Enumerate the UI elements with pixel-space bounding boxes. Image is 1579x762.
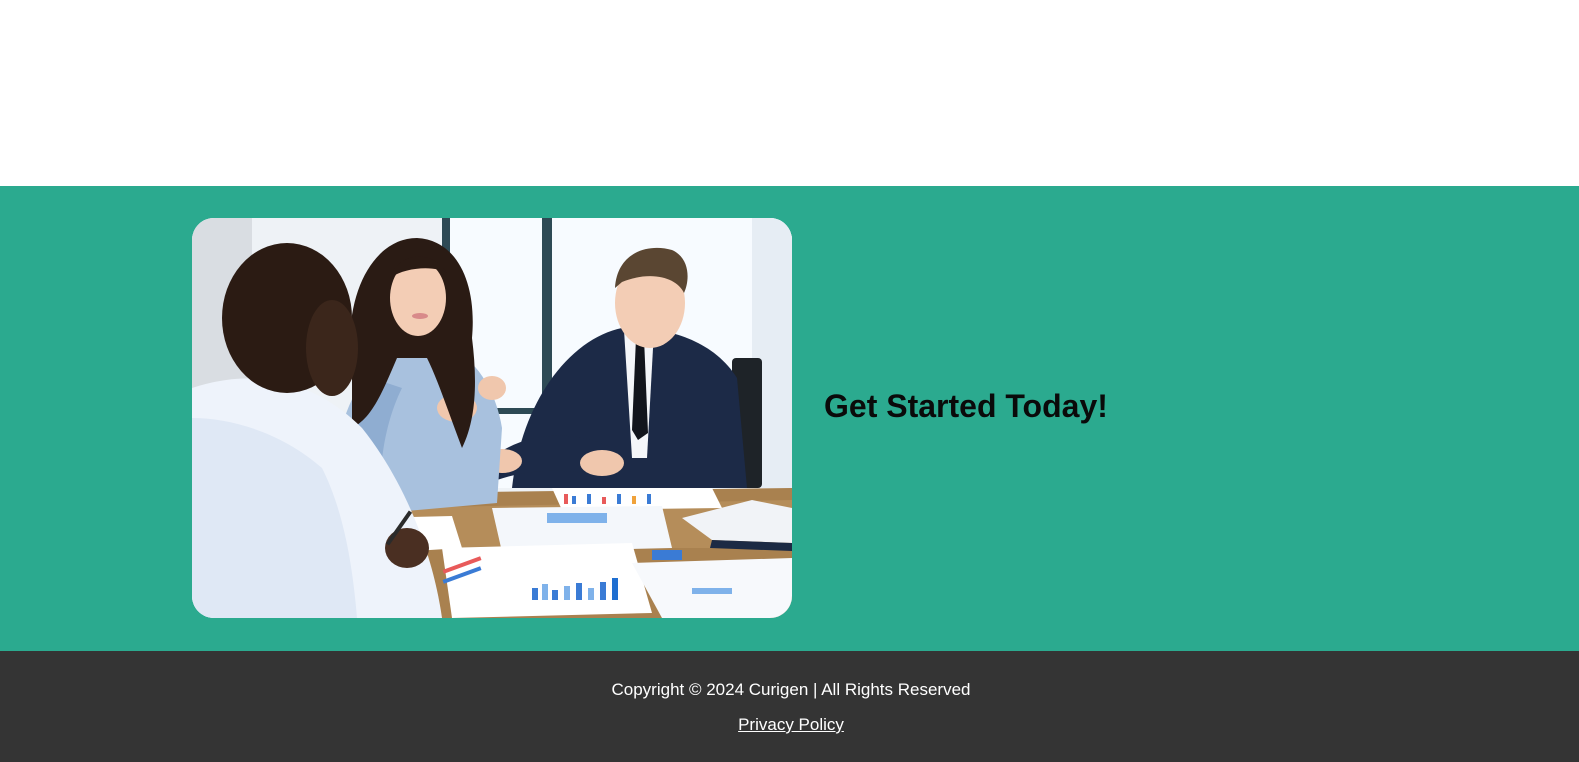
copyright-text: Copyright © 2024 Curigen | All Rights Re… xyxy=(611,680,971,699)
cta-heading: Get Started Today! xyxy=(824,388,1108,424)
privacy-link-container: Privacy Policy xyxy=(0,714,1579,736)
privacy-policy-link[interactable]: Privacy Policy xyxy=(738,715,844,734)
team-meeting-photo xyxy=(192,218,792,618)
cta-section: Get Started Today! xyxy=(0,186,1579,651)
top-blank-area xyxy=(0,0,1579,186)
site-footer: Copyright © 2024 Curigen | All Rights Re… xyxy=(0,651,1579,762)
